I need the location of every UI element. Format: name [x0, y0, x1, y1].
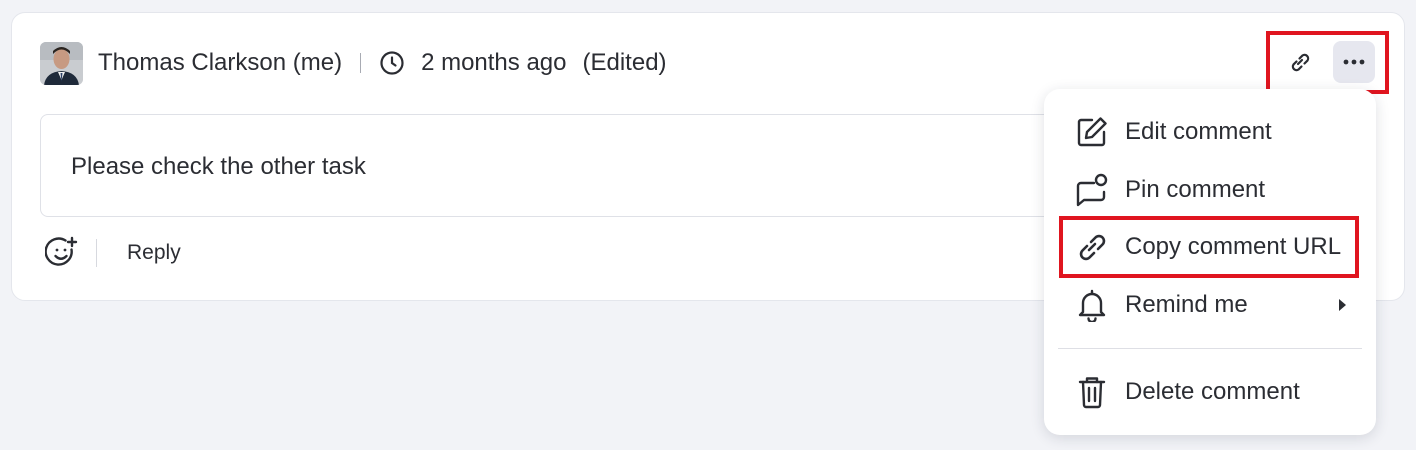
edited-label: (Edited) — [582, 49, 667, 76]
comment-timestamp: 2 months ago — [421, 49, 567, 76]
menu-item-label: Edit comment — [1125, 118, 1272, 145]
menu-divider — [1058, 348, 1362, 349]
reply-button[interactable]: Reply — [127, 241, 181, 265]
comment-body: Please check the other task — [40, 114, 1120, 217]
menu-item-pin-comment[interactable]: Pin comment — [1044, 163, 1376, 217]
bell-icon — [1074, 287, 1110, 323]
author-name[interactable]: Thomas Clarkson (me) — [98, 49, 342, 77]
submenu-arrow-icon — [1339, 299, 1346, 311]
menu-item-delete-comment[interactable]: Delete comment — [1044, 365, 1376, 419]
comment-options-menu: Edit comment Pin comment Copy comment UR… — [1044, 89, 1376, 435]
menu-item-edit-comment[interactable]: Edit comment — [1044, 105, 1376, 159]
comment-toolbar-highlight — [1266, 31, 1389, 94]
menu-item-label: Delete comment — [1125, 378, 1300, 405]
actions-divider — [96, 239, 97, 267]
more-options-button[interactable] — [1333, 41, 1375, 83]
menu-item-label: Remind me — [1125, 291, 1248, 318]
comment-actions: Reply — [45, 235, 181, 271]
comment-header: Thomas Clarkson (me) 2 months ago (Edite… — [40, 41, 667, 85]
clock-icon — [379, 50, 405, 76]
avatar[interactable] — [40, 41, 83, 85]
trash-icon — [1074, 374, 1110, 410]
comment-text: Please check the other task — [71, 153, 366, 180]
link-icon — [1287, 49, 1313, 75]
menu-item-remind-me[interactable]: Remind me — [1044, 278, 1376, 332]
edit-icon — [1074, 114, 1110, 150]
menu-item-label: Pin comment — [1125, 176, 1266, 203]
header-separator — [360, 53, 362, 73]
link-icon — [1074, 229, 1110, 265]
more-horizontal-icon — [1341, 58, 1367, 66]
pin-comment-icon — [1074, 172, 1110, 208]
copy-link-button[interactable] — [1279, 41, 1321, 83]
menu-item-copy-comment-url[interactable]: Copy comment URL — [1044, 220, 1376, 274]
menu-item-label: Copy comment URL — [1125, 233, 1342, 260]
add-reaction-icon[interactable] — [45, 236, 79, 270]
